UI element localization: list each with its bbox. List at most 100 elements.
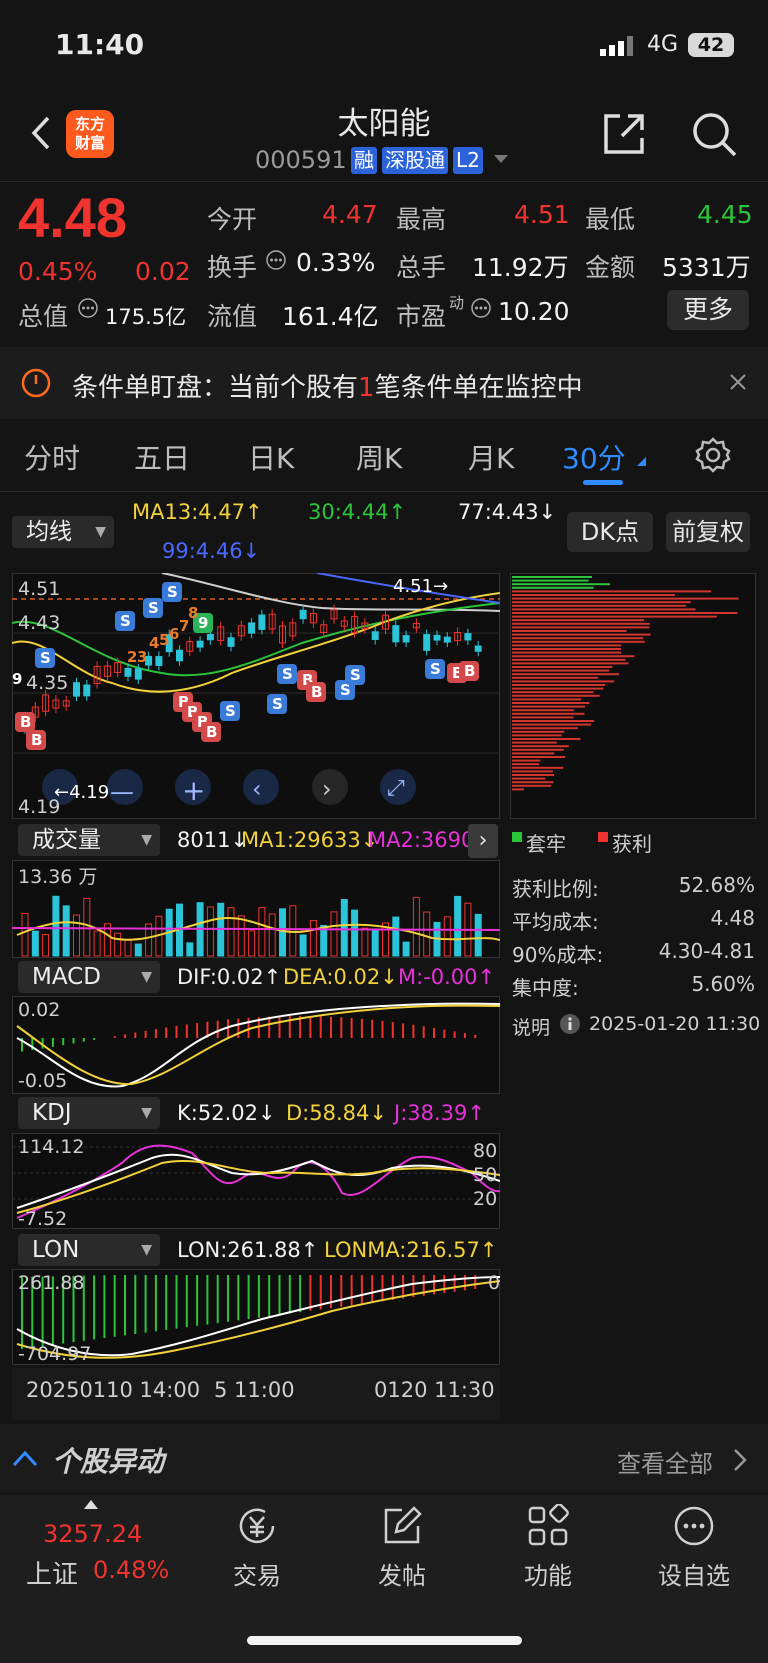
change-value: 0.02 [135, 257, 191, 286]
volume-ma2: MA2:36904 [368, 828, 470, 852]
info-icon[interactable] [77, 297, 99, 319]
more-circle-icon[interactable] [672, 1504, 716, 1548]
view-all-link[interactable]: 查看全部 [617, 1444, 713, 1479]
candle-body [258, 614, 266, 630]
expand-icon[interactable]: ⤢ [387, 776, 405, 801]
chip-distribution-chart [510, 573, 756, 819]
tab-five-day[interactable]: 五日 [134, 437, 190, 477]
index-value[interactable]: 3257.24 [43, 1520, 142, 1548]
trade-icon[interactable] [235, 1504, 279, 1548]
volume-bar [392, 916, 400, 957]
volume-bar [351, 909, 359, 957]
status-time: 11:40 [55, 28, 145, 61]
kdj-y-top: 114.12 [18, 1136, 85, 1158]
gear-icon[interactable] [694, 436, 732, 474]
indicator-dropdown-lon[interactable]: LON ▼ [18, 1234, 160, 1266]
x-axis-left: 20250110 14:00 [26, 1378, 201, 1402]
kdj-j: J:38.39↑ [394, 1101, 485, 1125]
chip-bar [512, 752, 555, 755]
kline-y-top: 4.51 [18, 578, 61, 600]
stock-code: 000591 [255, 146, 347, 174]
chip-label-concentration: 集中度: [512, 976, 579, 1000]
post-icon[interactable] [380, 1504, 424, 1548]
share-icon[interactable] [600, 110, 648, 158]
tab-trade[interactable]: 交易 [207, 1556, 307, 1591]
chip-bar [512, 648, 622, 650]
lon-y-bottom: -704.97 [18, 1343, 92, 1365]
info-icon[interactable] [470, 297, 492, 319]
chip-bar [512, 691, 594, 694]
kdj-k: K:52.02↓ [177, 1101, 276, 1125]
index-pct[interactable]: 0.48% [93, 1556, 169, 1584]
tab-function[interactable]: 功能 [498, 1556, 598, 1591]
close-icon[interactable] [729, 373, 747, 391]
legend-trap: 套牢 [526, 832, 566, 856]
volume-bar [371, 928, 379, 957]
indicator-dropdown-kdj[interactable]: KDJ ▼ [18, 1097, 160, 1129]
info-icon[interactable] [559, 1013, 581, 1035]
kdj-chart [12, 1133, 500, 1229]
chevron-left-icon[interactable]: ‹ [252, 775, 262, 803]
x-axis-right: 0120 11:30 [374, 1378, 495, 1402]
tag-l2: L2 [453, 147, 483, 174]
chevron-right-icon[interactable]: › [322, 775, 332, 803]
grid-icon[interactable] [526, 1504, 570, 1548]
chip-bar [512, 651, 622, 654]
search-icon[interactable] [690, 110, 738, 158]
svg-text:5: 5 [159, 631, 169, 649]
legend-trap-swatch [512, 832, 522, 842]
amount-value: 5331万 [662, 253, 751, 282]
chip-bar [512, 738, 581, 740]
turnover-label: 换手 [207, 253, 258, 282]
svg-text:6: 6 [169, 625, 179, 643]
indicator-dropdown-macd[interactable]: MACD ▼ [18, 961, 160, 993]
battery-indicator: 42 [688, 33, 734, 57]
zoom-in-icon[interactable]: + [182, 774, 205, 807]
chip-bar [512, 576, 592, 578]
amount-label: 金额 [585, 253, 636, 282]
index-name[interactable]: 上证 [26, 1554, 78, 1591]
tab-intraday[interactable]: 分时 [24, 437, 80, 477]
adjust-button[interactable]: 前复权 [666, 512, 750, 552]
tab-add-watchlist[interactable]: 设自选 [644, 1556, 744, 1591]
indicator-dropdown-volume[interactable]: 成交量 ▼ [18, 824, 160, 856]
chevron-right-icon[interactable]: › [468, 824, 498, 858]
more-button[interactable]: 更多 [667, 290, 749, 330]
ma-type-dropdown[interactable]: 均线 ▼ [12, 516, 114, 548]
info-icon[interactable] [265, 249, 287, 271]
candle-body [443, 636, 451, 643]
candle-body [464, 633, 472, 641]
tab-30min[interactable]: 30分 [562, 437, 626, 477]
svg-text:S: S [120, 612, 131, 630]
candle-body [227, 637, 235, 647]
chevron-down-icon[interactable] [494, 155, 508, 165]
open-value: 4.47 [322, 200, 378, 229]
chip-bar [512, 784, 552, 787]
tab-daily-k[interactable]: 日K [248, 437, 294, 477]
tag-margin: 融 [351, 147, 377, 174]
chip-bar [512, 644, 622, 647]
current-price: 4.48 [18, 186, 127, 249]
kline-y-low: 4.35 [26, 672, 69, 694]
turnover-value: 0.33% [296, 248, 376, 277]
legend-profit-swatch [598, 832, 608, 842]
chip-bar [512, 763, 540, 766]
tab-post[interactable]: 发帖 [352, 1556, 452, 1591]
candle-body [433, 634, 441, 641]
zoom-out-icon[interactable]: — [110, 778, 134, 806]
dk-point-button[interactable]: DK点 [567, 512, 653, 552]
kline-low-marker: ←4.19 [54, 782, 110, 803]
chevron-up-icon[interactable] [12, 1449, 38, 1467]
tab-weekly-k[interactable]: 周K [356, 437, 402, 477]
chevron-right-icon[interactable] [732, 1448, 748, 1472]
candle-body [155, 656, 163, 667]
kdj-ref-20: 20 [473, 1188, 498, 1210]
high-label: 最高 [396, 205, 447, 234]
tab-monthly-k[interactable]: 月K [468, 437, 514, 477]
chip-note-label[interactable]: 说明 [512, 1013, 550, 1040]
volume-bar [62, 905, 70, 957]
kdj-y-bottom: -7.52 [18, 1208, 68, 1230]
network-type: 4G [647, 32, 679, 57]
chip-bar [512, 619, 645, 622]
candle-body [196, 640, 204, 648]
